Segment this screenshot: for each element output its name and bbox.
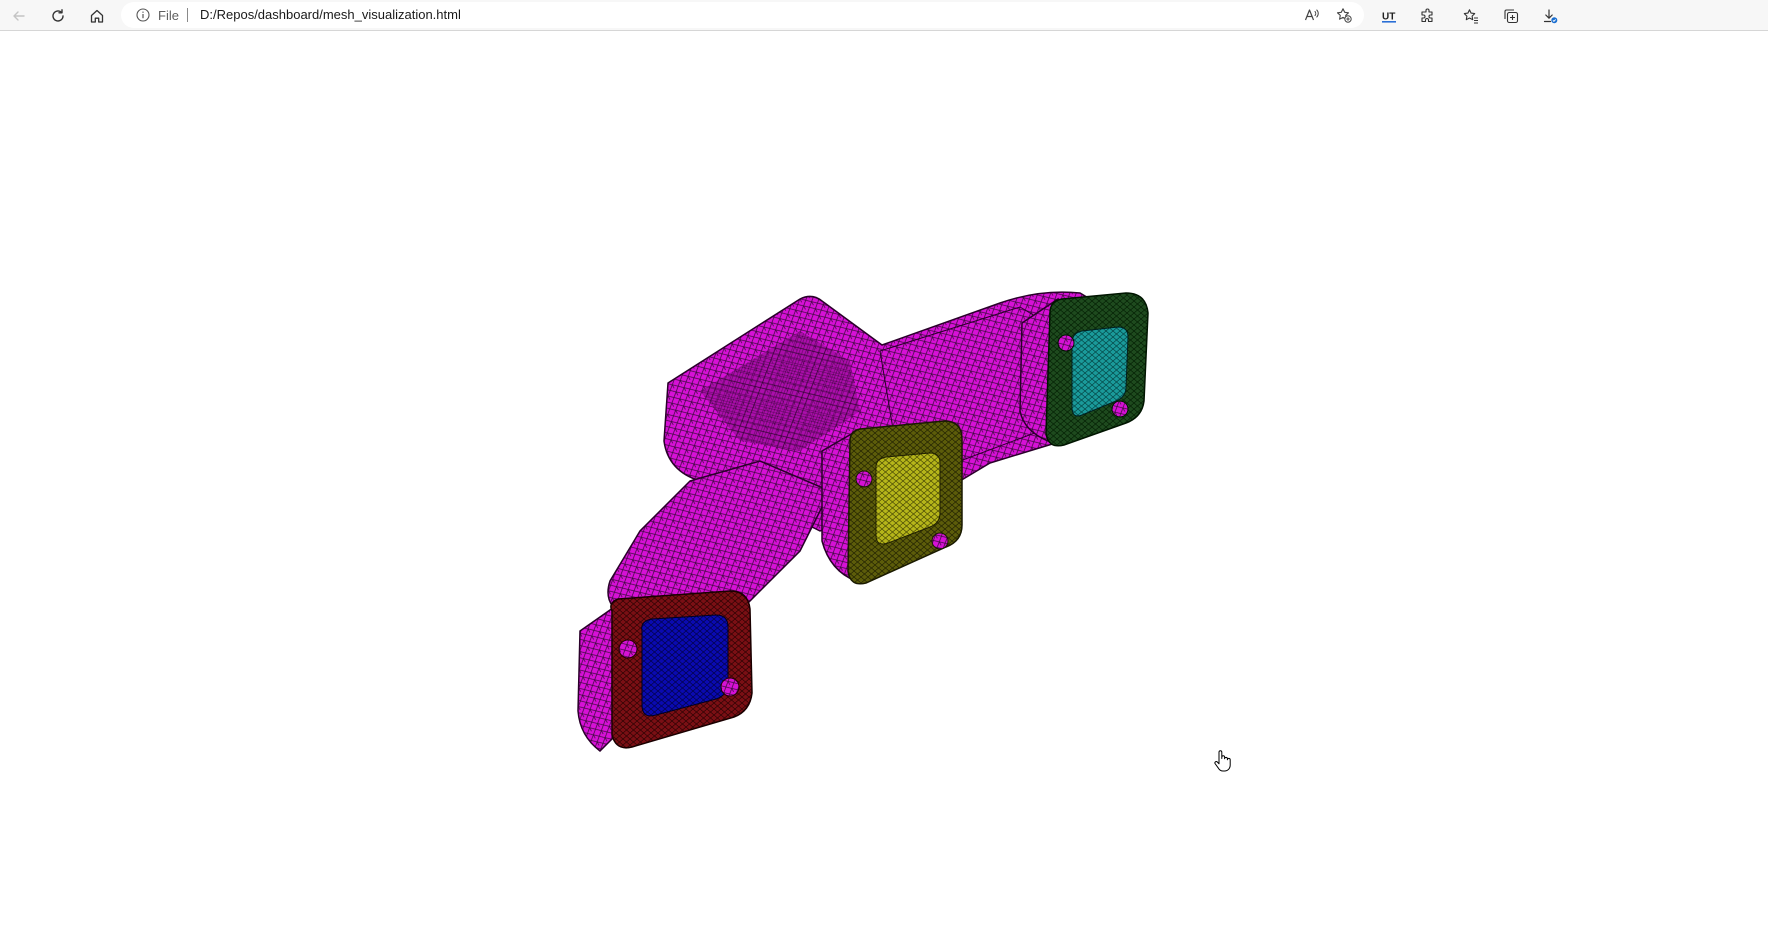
- inlet-olive-bolt-hole: [931, 532, 949, 550]
- inlet-green-bolt-hole: [1057, 334, 1075, 352]
- read-aloud-icon: [1304, 9, 1319, 21]
- extensions-icon: [1421, 8, 1433, 23]
- home-icon: [90, 9, 104, 23]
- info-icon: [136, 8, 150, 22]
- home-button[interactable]: [84, 3, 110, 29]
- read-aloud-button[interactable]: [1301, 4, 1323, 26]
- add-favorite-icon: [1336, 8, 1352, 23]
- extension-ut-button[interactable]: UT: [1376, 3, 1402, 29]
- refresh-button[interactable]: [45, 3, 71, 29]
- extensions-button[interactable]: [1415, 3, 1441, 29]
- address-bar[interactable]: File D:/Repos/dashboard/mesh_visualizati…: [121, 2, 1364, 28]
- address-separator: [187, 8, 188, 22]
- back-button[interactable]: [6, 3, 32, 29]
- inlet-red-blue: [577, 590, 753, 752]
- page-viewport[interactable]: [0, 31, 1768, 928]
- inlet-red-bolt-hole: [618, 639, 638, 659]
- site-label: File: [158, 7, 179, 23]
- favorites-button[interactable]: [1458, 3, 1484, 29]
- inlet-red-bolt-hole: [720, 677, 740, 697]
- browser-toolbar: File D:/Repos/dashboard/mesh_visualizati…: [0, 0, 1768, 31]
- collections-button[interactable]: [1498, 3, 1524, 29]
- inlet-olive-yellow: [821, 420, 963, 585]
- mesh-visualization[interactable]: [0, 31, 1768, 928]
- downloads-button[interactable]: [1537, 3, 1563, 29]
- collections-icon: [1504, 9, 1519, 24]
- inlet-green-bolt-hole: [1111, 400, 1129, 418]
- favorites-icon: [1463, 9, 1478, 24]
- url-text[interactable]: D:/Repos/dashboard/mesh_visualization.ht…: [200, 7, 461, 22]
- inlet-olive-bolt-hole: [855, 470, 873, 488]
- back-icon: [13, 11, 25, 21]
- refresh-icon: [52, 9, 64, 22]
- site-info-button[interactable]: File: [136, 7, 179, 23]
- add-favorite-button[interactable]: [1333, 4, 1355, 26]
- downloads-icon: [1543, 9, 1558, 24]
- extension-ut-icon: UT: [1382, 12, 1396, 23]
- hand-cursor-icon: [1214, 750, 1231, 772]
- inlet-green-teal: [1019, 292, 1149, 447]
- extension-ut-label: UT: [1382, 12, 1395, 23]
